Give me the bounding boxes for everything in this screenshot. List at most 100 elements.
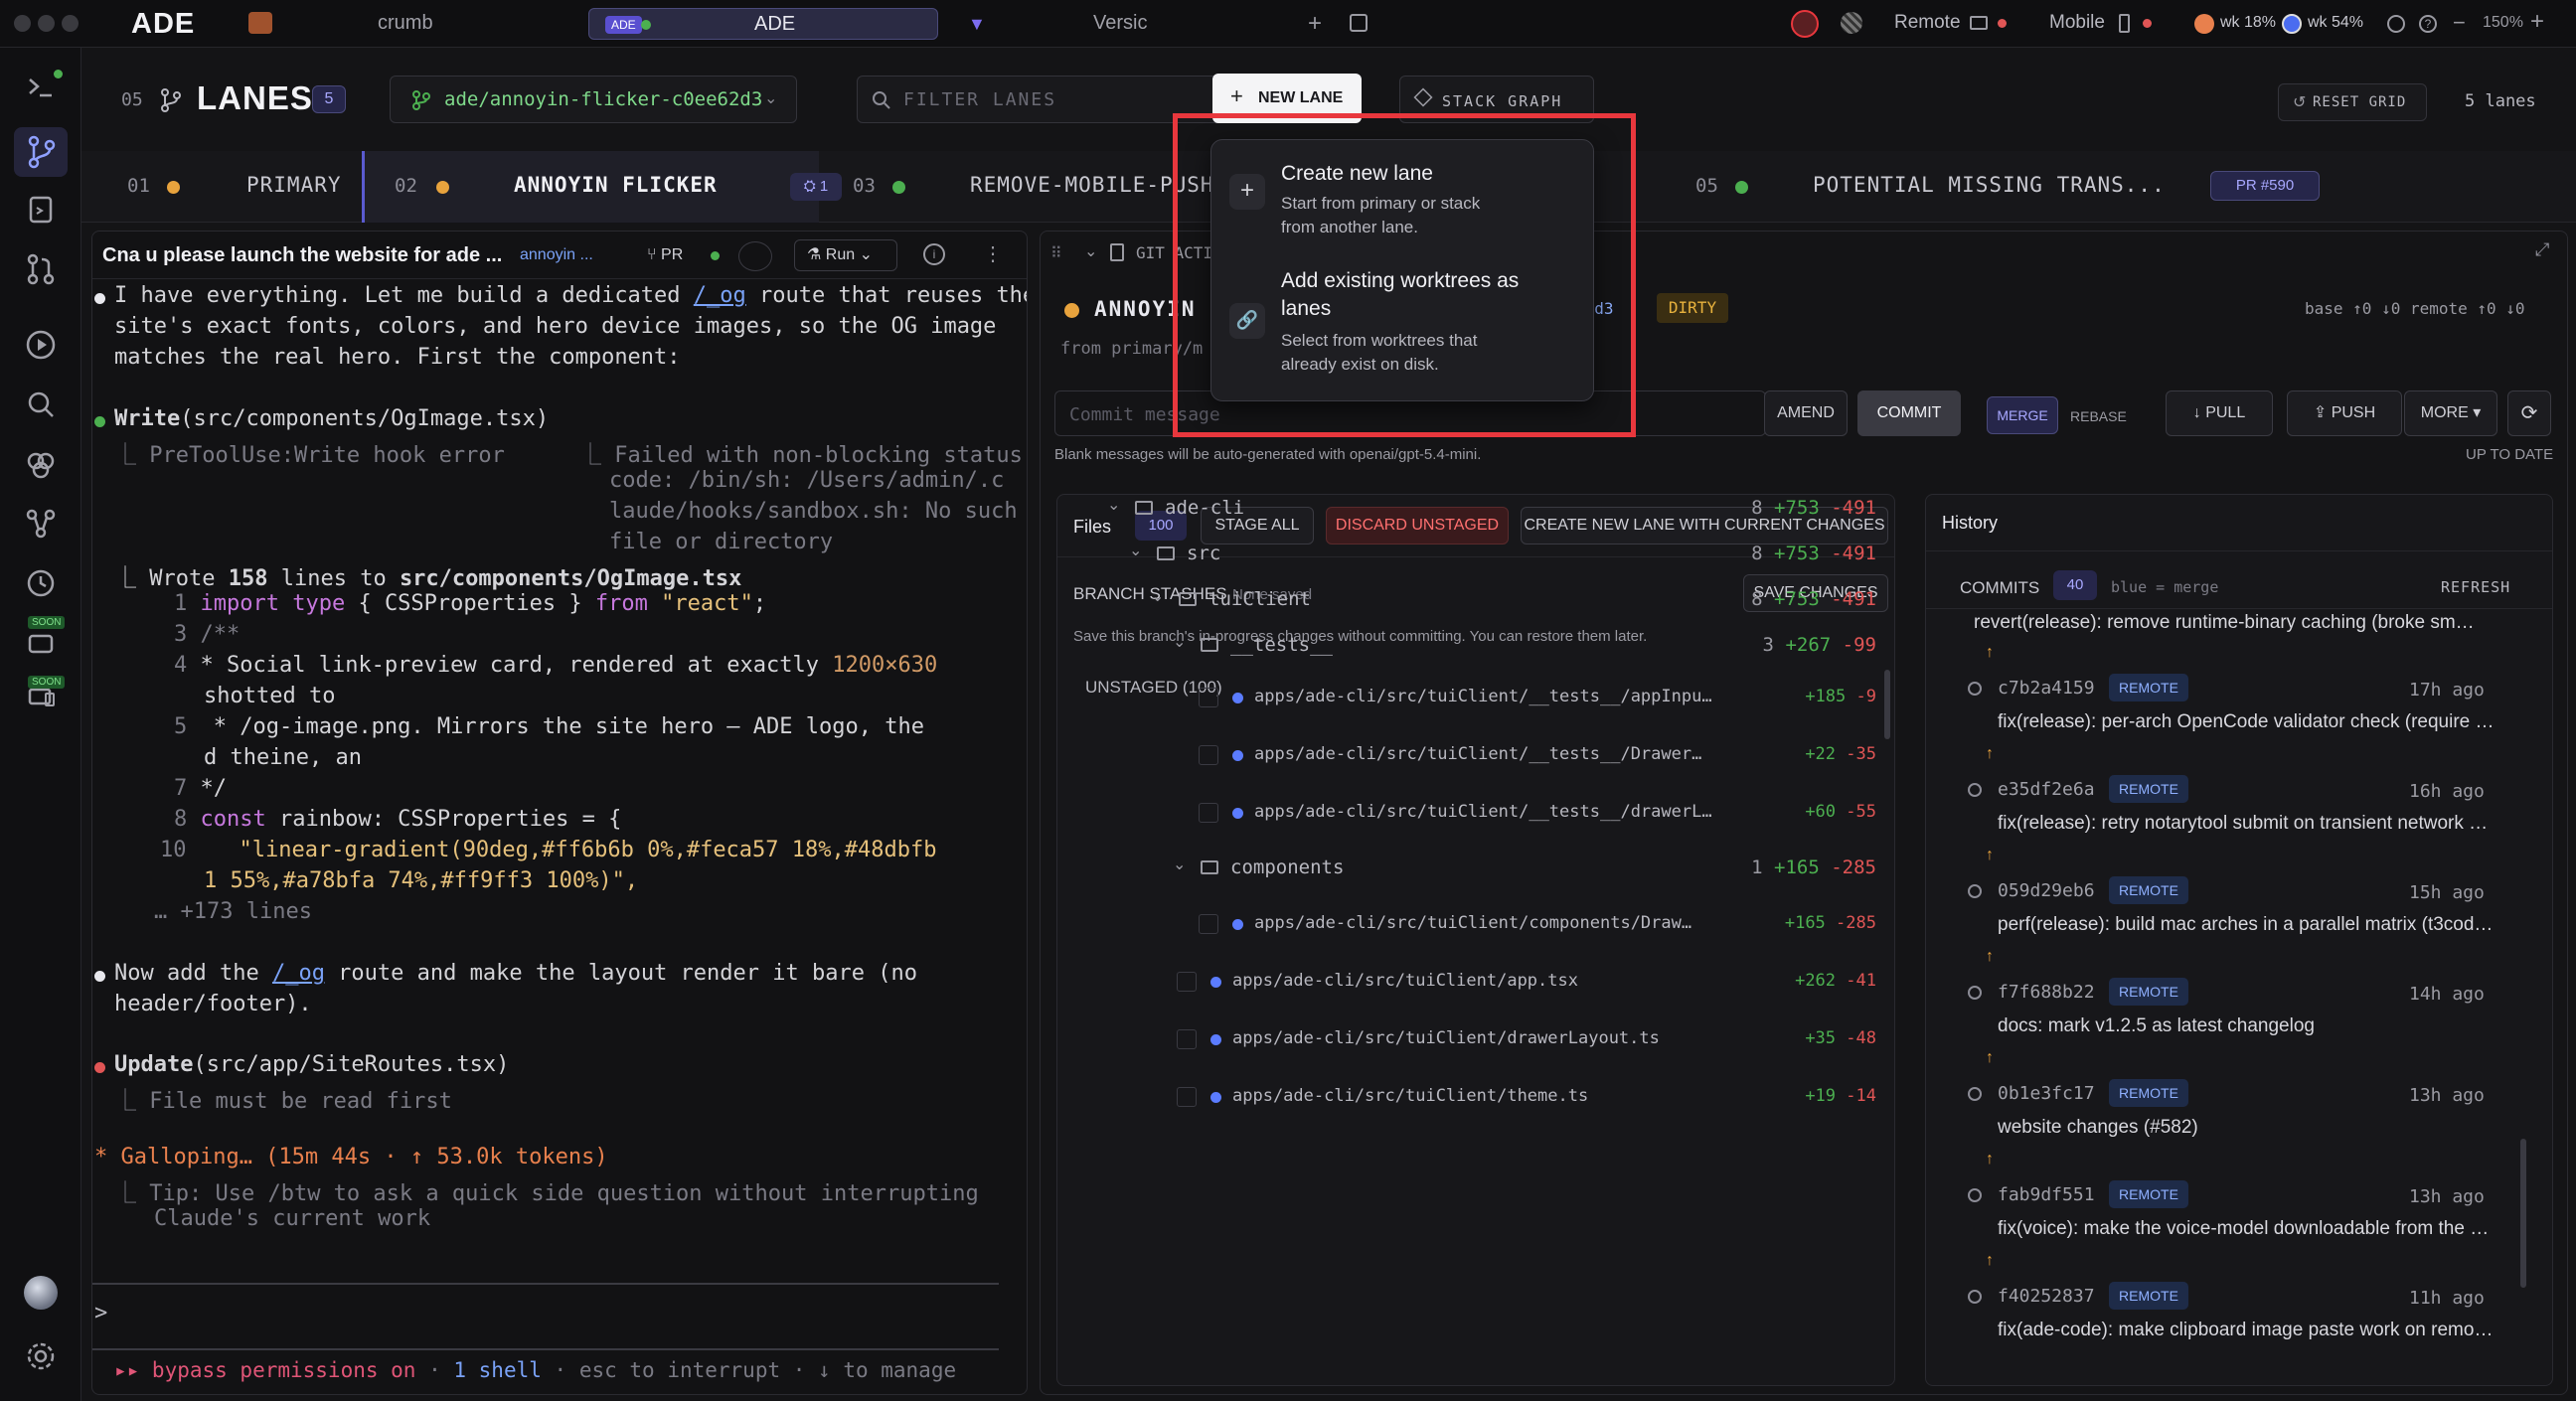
zoom-out-icon[interactable]: −	[2453, 10, 2466, 36]
user-avatar[interactable]	[24, 1276, 58, 1310]
refresh-icon[interactable]: ⟳	[2507, 390, 2551, 436]
tab-crumb[interactable]: crumb	[378, 12, 433, 44]
pr-badge[interactable]: PR #590	[2210, 171, 2320, 201]
tab-ade[interactable]: ADE ADE	[588, 8, 938, 40]
merge-toggle[interactable]: MERGE	[1987, 396, 2058, 434]
more-git-button[interactable]: MORE ▾	[2404, 390, 2497, 436]
stage-checkbox[interactable]	[1177, 972, 1197, 992]
zoom-in-icon[interactable]: +	[2530, 8, 2544, 36]
zoom-window-button[interactable]	[62, 15, 79, 32]
minimize-window-button[interactable]	[38, 15, 55, 32]
chevron-down-icon[interactable]: ⌄	[1173, 855, 1186, 874]
branch-selector[interactable]: ade/annoyin-flicker-c0ee62d3 ⌄	[390, 76, 797, 123]
file-path: apps/ade-cli/src/tuiClient/__tests__/app…	[1254, 687, 1712, 706]
stage-checkbox[interactable]	[1199, 745, 1218, 765]
chevron-down-icon[interactable]: ⌄	[1151, 586, 1164, 606]
commit-row[interactable]: ↑ f40252837 REMOTE 11h ago fix(ade-code): ma…	[1926, 1252, 2522, 1351]
pull-button[interactable]: ↓ PULL	[2166, 390, 2273, 436]
amend-button[interactable]: AMEND	[1764, 390, 1848, 436]
remote-badge: REMOTE	[2109, 775, 2188, 803]
new-tab-icon[interactable]: +	[1308, 10, 1322, 38]
help-icon[interactable]: ?	[2419, 15, 2437, 33]
file-row[interactable]: apps/ade-cli/src/tuiClient/components/Dr…	[1057, 904, 1894, 944]
modified-dot	[1210, 1092, 1221, 1103]
folder-diff-stats: 8 +753 -491	[1751, 543, 1876, 564]
file-path: apps/ade-cli/src/tuiClient/drawerLayout.…	[1232, 1028, 1660, 1048]
folder-row[interactable]: ⌄ components 1 +165 -285	[1057, 849, 1894, 888]
chat-icon[interactable]	[2387, 15, 2405, 33]
commit-row[interactable]: ↑ 0b1e3fc17 REMOTE 13h ago website changes (…	[1926, 1049, 2522, 1149]
stage-checkbox[interactable]	[1177, 1087, 1197, 1107]
stage-checkbox[interactable]	[1199, 803, 1218, 823]
chevron-down-icon[interactable]: ⌄	[1173, 632, 1186, 652]
rebase-toggle[interactable]: REBASE	[2070, 408, 2127, 424]
settings-gear-icon[interactable]	[22, 1337, 60, 1375]
commit-row[interactable]: ↑ c7b2a4159 REMOTE 17h ago fix(release): per…	[1926, 644, 2522, 743]
popout-icon[interactable]	[1350, 14, 1368, 32]
alert-icon[interactable]	[1791, 10, 1819, 38]
lane-tab-primary[interactable]: 01 PRIMARY	[81, 151, 362, 223]
commit-node-icon	[1968, 884, 1982, 898]
folder-icon	[1201, 638, 1218, 652]
expand-icon[interactable]: ⤢	[2535, 239, 2549, 260]
commit-row[interactable]: ↑ f7f688b22 REMOTE 14h ago docs: mark v1.2.5…	[1926, 948, 2522, 1047]
stage-checkbox[interactable]	[1177, 1029, 1197, 1049]
pull-requests-icon[interactable]	[22, 250, 60, 288]
file-row[interactable]: apps/ade-cli/src/tuiClient/__tests__/dra…	[1057, 793, 1894, 833]
divider	[1926, 608, 2552, 609]
pr-button[interactable]: ⑂ PR	[647, 241, 703, 269]
stage-checkbox[interactable]	[1199, 914, 1218, 934]
folder-row[interactable]: ⌄ tuiClient 8 +753 -491	[1057, 580, 1894, 620]
globe-icon[interactable]	[1841, 12, 1862, 34]
brain-icon[interactable]	[22, 445, 60, 483]
close-window-button[interactable]	[14, 15, 31, 32]
commit-row[interactable]: ↑ fab9df551 REMOTE 13h ago fix(voice): make …	[1926, 1151, 2522, 1250]
file-row[interactable]: apps/ade-cli/src/tuiClient/__tests__/Dra…	[1057, 735, 1894, 775]
chat-branch[interactable]: annoyin ...	[520, 246, 593, 264]
run-icon[interactable]	[22, 326, 60, 364]
search-icon[interactable]	[22, 386, 60, 423]
run-button[interactable]: ⚗ Run ⌄	[794, 239, 897, 271]
info-icon[interactable]: i	[923, 243, 945, 265]
folder-icon	[1179, 592, 1197, 606]
reset-grid-button[interactable]: ↺ RESET GRID	[2278, 83, 2427, 121]
chat-input[interactable]: >	[94, 1301, 107, 1325]
folder-row[interactable]: ⌄ ade-cli 8 +753 -491	[1057, 495, 1894, 529]
file-row[interactable]: apps/ade-cli/src/tuiClient/app.tsx +262 -…	[1057, 962, 1894, 1002]
drag-handle-icon[interactable]: ⠿	[1050, 243, 1062, 263]
lanes-nav-icon[interactable]	[14, 127, 68, 177]
run-label: Run	[825, 246, 856, 263]
tab-app-icon	[248, 12, 272, 34]
lane-tab-potential-missing[interactable]: 05 POTENTIAL MISSING TRANS... PR #590	[1672, 151, 2576, 223]
folder-row[interactable]: ⌄ __tests__ 3 +267 -99	[1057, 626, 1894, 666]
collapsed-lines[interactable]: … +173 lines	[154, 899, 312, 924]
lane-number: 01	[127, 175, 150, 197]
lane-tab-annoyin-flicker[interactable]: 02 ANNOYIN FLICKER ⛭ 1	[362, 151, 842, 223]
tab-versic[interactable]: Versic	[1093, 12, 1147, 44]
history-refresh-button[interactable]: REFRESH	[2441, 578, 2510, 596]
commit-row[interactable]: ↑ 059d29eb6 REMOTE 15h ago perf(release): bu…	[1926, 847, 2522, 946]
file-row[interactable]: apps/ade-cli/src/tuiClient/__tests__/app…	[1057, 678, 1894, 717]
file-row[interactable]: apps/ade-cli/src/tuiClient/drawerLayout.…	[1057, 1019, 1894, 1059]
remote-label[interactable]: Remote	[1894, 12, 1961, 34]
file-row[interactable]: apps/ade-cli/src/tuiClient/theme.ts +19 -…	[1057, 1077, 1894, 1117]
chevron-down-icon[interactable]: ⌄	[1129, 541, 1142, 560]
message-bullet	[94, 293, 105, 304]
stage-checkbox[interactable]	[1199, 688, 1218, 707]
history-icon[interactable]	[22, 564, 60, 602]
graph-icon[interactable]	[22, 505, 60, 543]
target-icon[interactable]	[738, 241, 772, 271]
assistant-message: site's exact fonts, colors, and hero dev…	[114, 314, 997, 339]
mobile-label[interactable]: Mobile	[2049, 12, 2105, 34]
more-options-icon[interactable]: ⋮	[983, 241, 1003, 266]
folder-row[interactable]: ⌄ src 8 +753 -491	[1057, 535, 1894, 574]
commit-row[interactable]: ↑ e35df2e6a REMOTE 16h ago fix(release): ret…	[1926, 745, 2522, 845]
arrow-up-icon: ↑	[1986, 644, 1994, 661]
push-button[interactable]: ⇪ PUSH	[2287, 390, 2402, 436]
files-icon[interactable]	[22, 191, 60, 229]
commit-button[interactable]: COMMIT	[1857, 390, 1961, 436]
chevron-down-icon[interactable]: ⌄	[1107, 495, 1120, 515]
commit-node-icon	[1968, 783, 1982, 797]
collapse-chevron-icon[interactable]: ⌄	[1084, 241, 1097, 261]
plus-icon: +	[1230, 83, 1243, 108]
